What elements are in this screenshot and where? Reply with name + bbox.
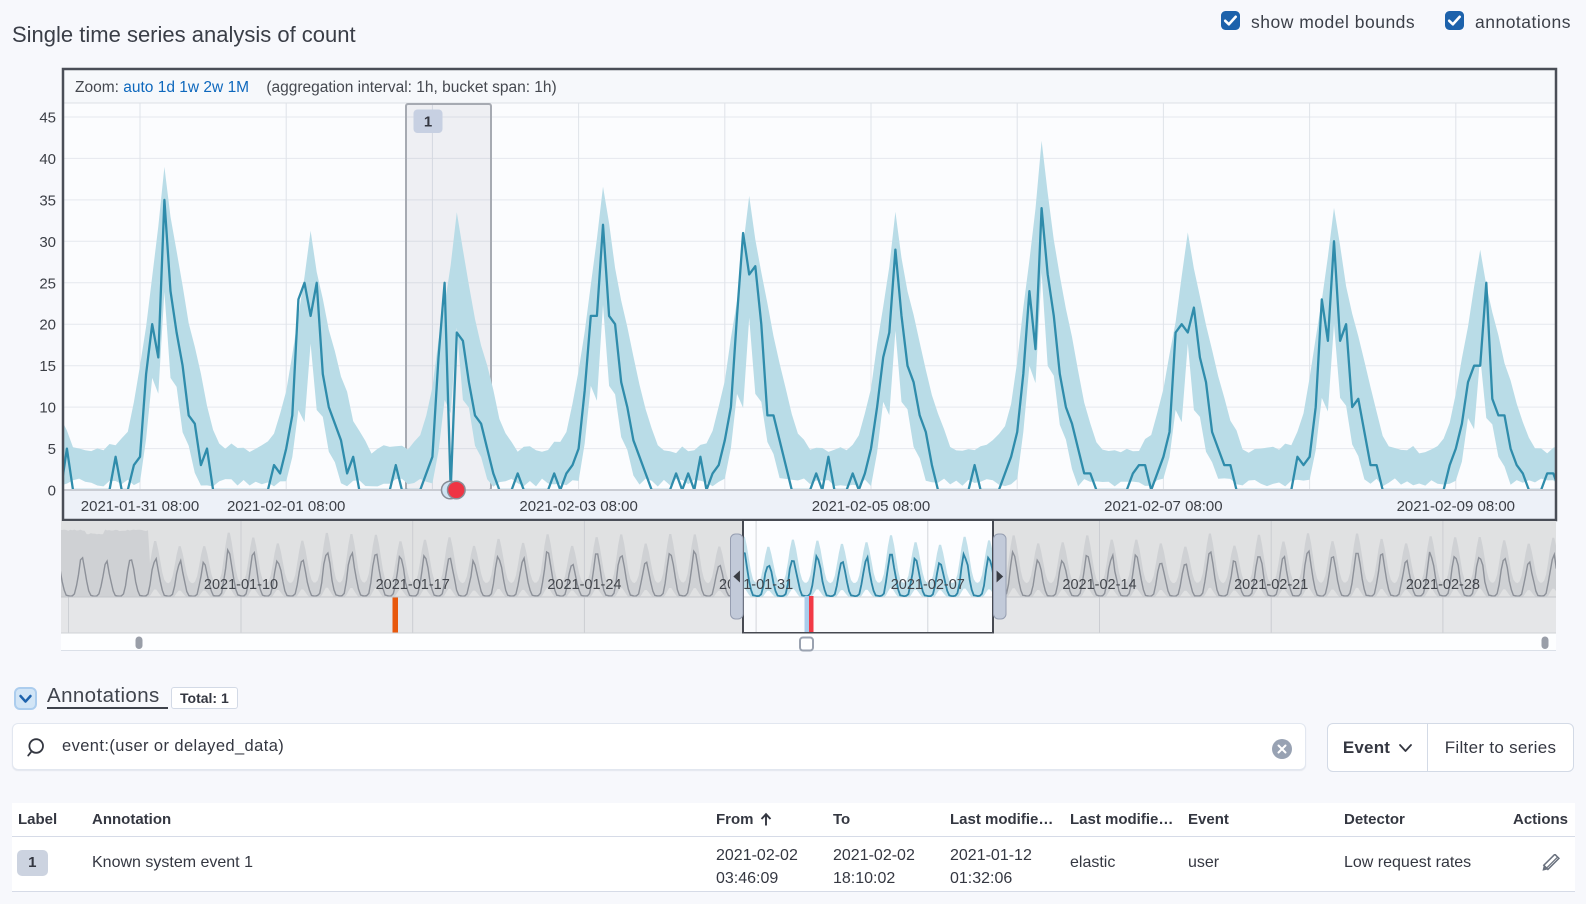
svg-text:2021-01-31 08:00: 2021-01-31 08:00	[81, 498, 199, 515]
svg-text:2021-01-24: 2021-01-24	[547, 577, 621, 593]
svg-text:2021-02-28: 2021-02-28	[1406, 577, 1480, 593]
svg-text:2021-02-09 08:00: 2021-02-09 08:00	[1397, 498, 1515, 515]
svg-text:1: 1	[424, 114, 432, 131]
svg-text:2021-01-10: 2021-01-10	[204, 577, 278, 593]
svg-text:2021-01-17: 2021-01-17	[376, 577, 450, 593]
svg-text:35: 35	[39, 192, 56, 209]
svg-text:2021-02-07: 2021-02-07	[891, 577, 965, 593]
svg-text:2021-02-05 08:00: 2021-02-05 08:00	[812, 498, 930, 515]
svg-text:2021-02-01 08:00: 2021-02-01 08:00	[227, 498, 345, 515]
svg-text:0: 0	[48, 483, 56, 500]
svg-text:2021-02-14: 2021-02-14	[1062, 577, 1136, 593]
svg-text:10: 10	[39, 400, 56, 417]
svg-text:40: 40	[39, 151, 56, 168]
svg-text:25: 25	[39, 275, 56, 292]
svg-text:15: 15	[39, 358, 56, 375]
svg-text:5: 5	[48, 441, 56, 458]
svg-text:2021-02-07 08:00: 2021-02-07 08:00	[1104, 498, 1222, 515]
svg-text:2021-02-21: 2021-02-21	[1234, 577, 1308, 593]
svg-text:45: 45	[39, 110, 56, 127]
svg-text:30: 30	[39, 234, 56, 251]
svg-text:20: 20	[39, 317, 56, 334]
svg-text:2021-02-03 08:00: 2021-02-03 08:00	[519, 498, 637, 515]
